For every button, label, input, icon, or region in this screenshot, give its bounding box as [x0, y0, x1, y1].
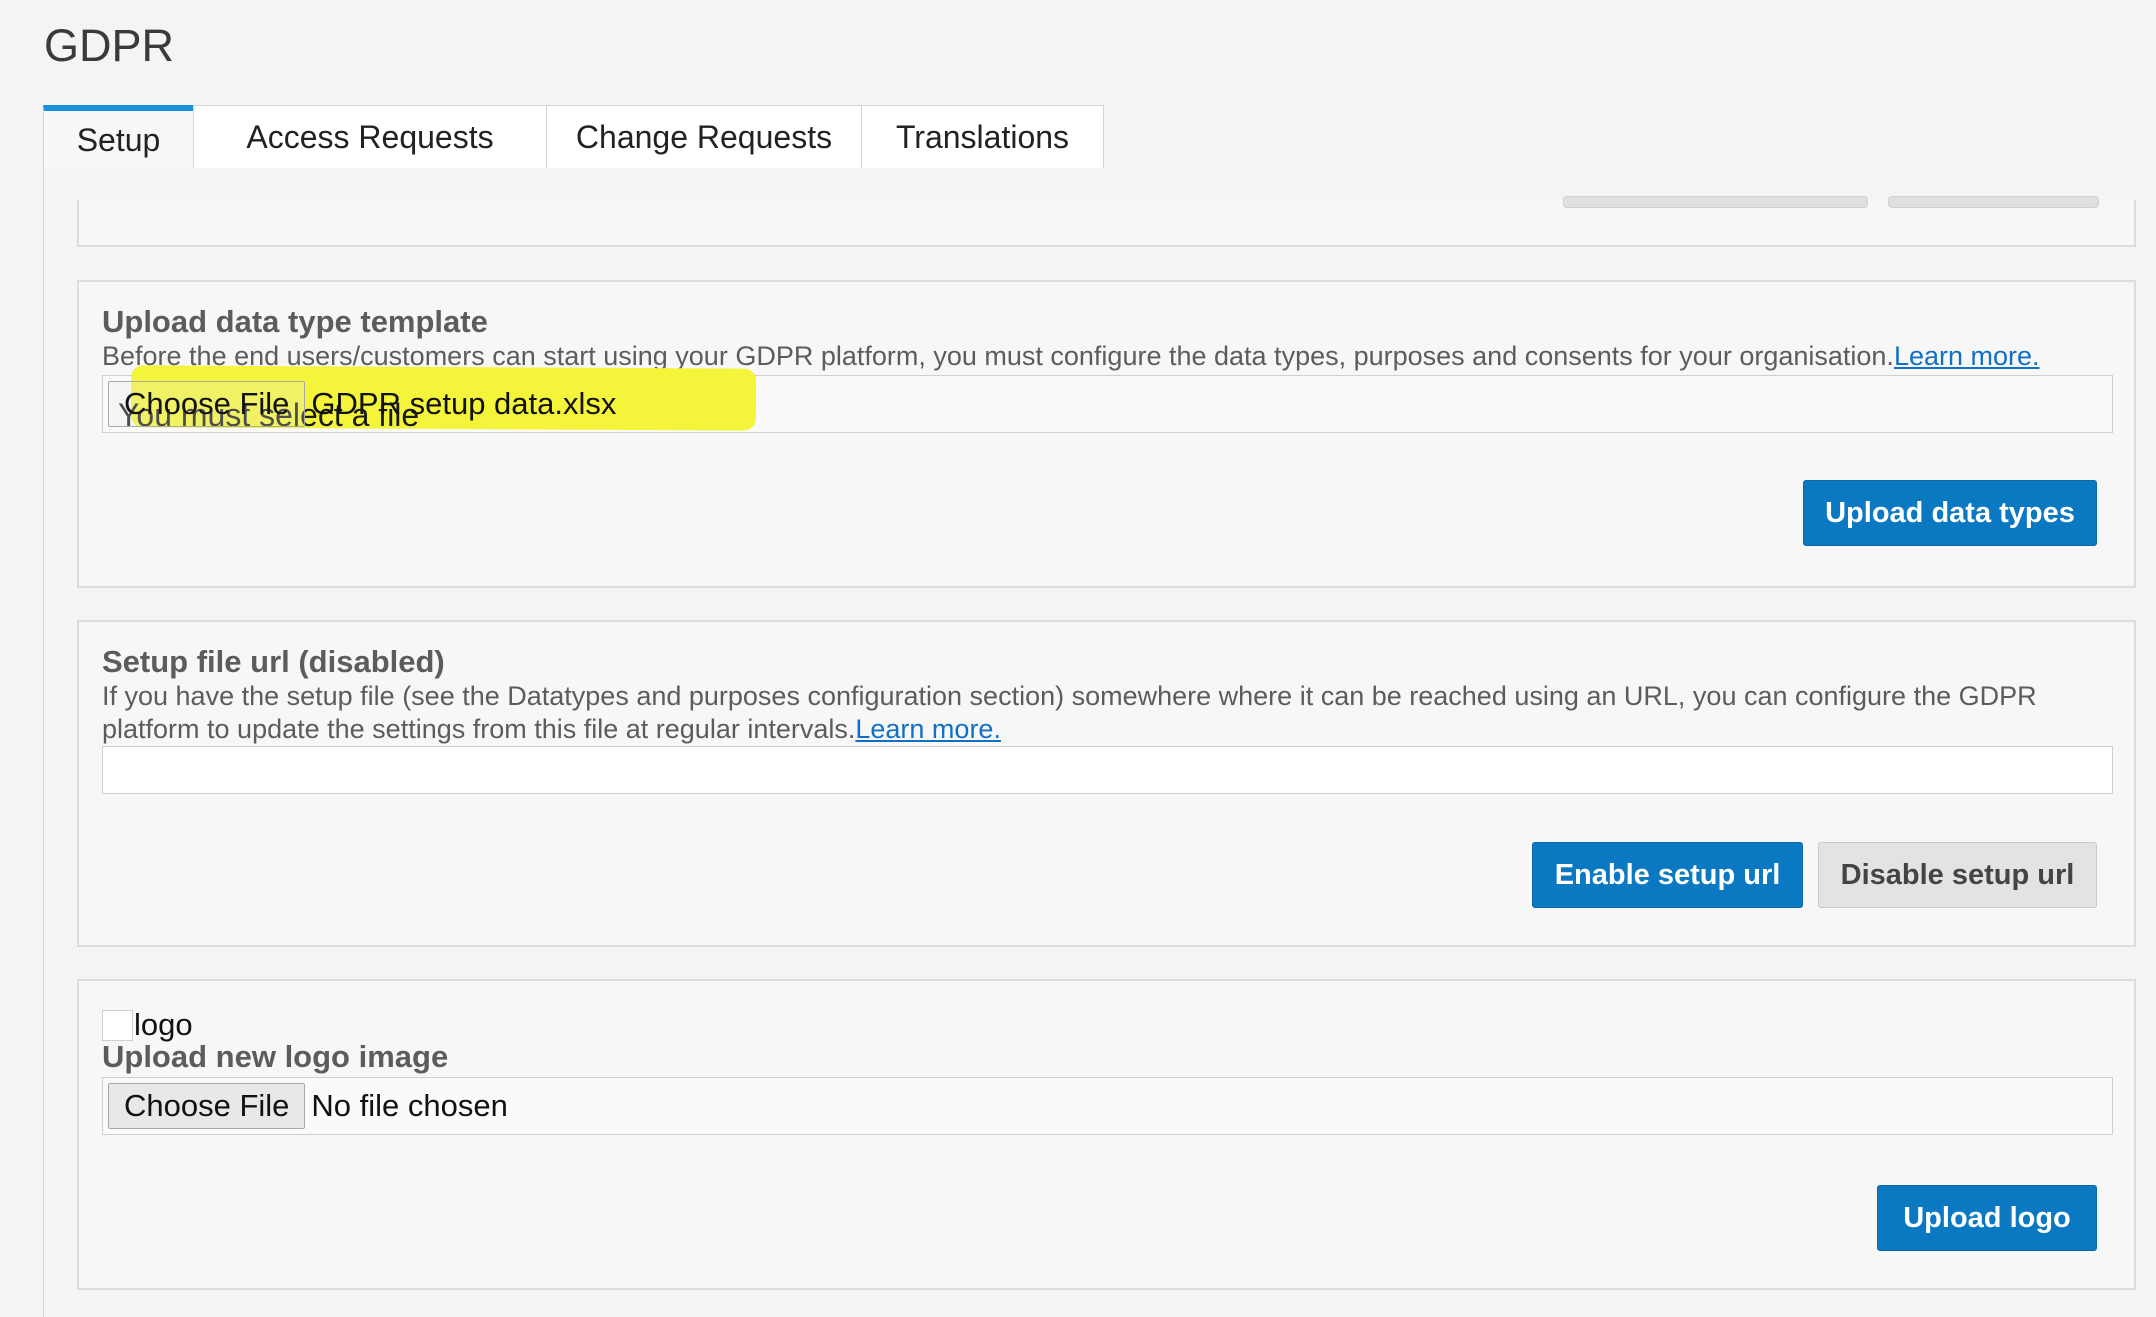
url-section-description: If you have the setup file (see the Data…	[102, 680, 2122, 746]
upload-logo-button[interactable]: Upload logo	[1877, 1185, 2097, 1251]
page-title: GDPR	[44, 20, 175, 71]
tab-change-requests-label: Change Requests	[575, 119, 833, 155]
tab-access-requests-label: Access Requests	[246, 119, 494, 155]
choose-logo-file-button[interactable]: Choose File	[108, 1083, 306, 1129]
tab-setup-label: Setup	[76, 121, 161, 158]
enable-setup-url-button[interactable]: Enable setup url	[1532, 842, 1803, 908]
upload-data-type-panel: Upload data type template Before the end…	[77, 280, 2136, 588]
logo-alt-text: logo	[134, 1007, 193, 1042]
broken-image-icon	[102, 1009, 133, 1041]
choose-file-button[interactable]: Choose File	[108, 381, 306, 427]
tab-access-requests[interactable]: Access Requests	[193, 105, 547, 169]
setup-file-url-panel: Setup file url (disabled) If you have th…	[77, 620, 2136, 947]
url-learn-more-link[interactable]: Learn more.	[855, 714, 1001, 744]
upload-learn-more-link[interactable]: Learn more.	[1894, 341, 2040, 371]
tab-translations-label: Translations	[895, 119, 1070, 155]
disable-setup-url-button[interactable]: Disable setup url	[1818, 842, 2097, 908]
url-section-heading: Setup file url (disabled)	[102, 644, 445, 679]
selected-file-name: GDPR setup data.xlsx	[311, 386, 617, 421]
tab-setup[interactable]: Setup	[43, 105, 194, 169]
logo-file-picker: Choose File No file chosen	[102, 1077, 2113, 1135]
logo-section-heading: Upload new logo image	[102, 1039, 449, 1074]
tab-change-requests[interactable]: Change Requests	[546, 105, 862, 169]
upload-section-heading: Upload data type template	[102, 304, 488, 339]
url-description-text: If you have the setup file (see the Data…	[102, 681, 2037, 744]
logo-file-name: No file chosen	[311, 1088, 508, 1123]
setup-url-input[interactable]	[102, 746, 2113, 794]
scrolled-button-1[interactable]	[1563, 196, 1868, 208]
tab-translations[interactable]: Translations	[861, 105, 1104, 169]
scrolled-button-2[interactable]	[1888, 196, 2099, 208]
upload-data-types-button[interactable]: Upload data types	[1803, 480, 2097, 546]
logo-image: logo	[102, 1007, 193, 1043]
previous-panel	[77, 196, 2136, 247]
logo-upload-panel: logo Upload new logo image Choose File N…	[77, 979, 2136, 1290]
